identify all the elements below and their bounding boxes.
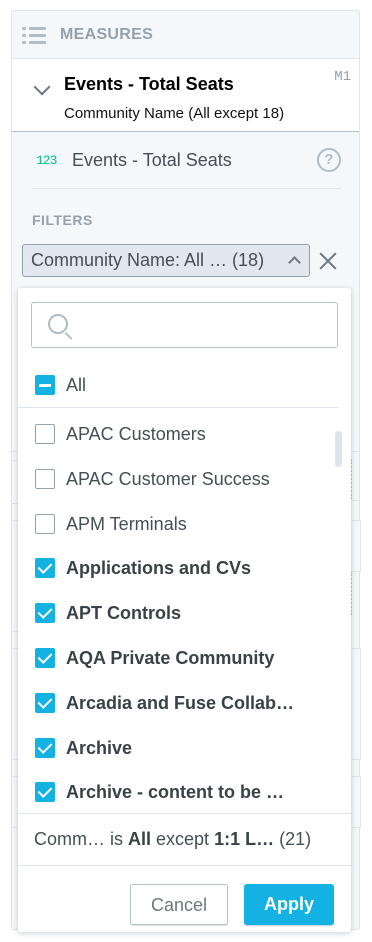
background-stub <box>350 776 361 828</box>
item-checkbox[interactable] <box>35 603 55 624</box>
measure-tag: M1 <box>334 69 351 85</box>
list-item[interactable]: APAC Customers <box>18 412 338 457</box>
metric-row[interactable]: 123 Events - Total Seats ? <box>32 148 341 189</box>
item-label: APAC Customers <box>66 424 206 444</box>
background-stub <box>350 520 361 572</box>
question-circle-icon[interactable]: ? <box>317 148 341 172</box>
select-all-checkbox[interactable] <box>35 375 55 395</box>
list-item[interactable]: Archive <box>18 726 338 771</box>
list-item[interactable]: APAC Customer Success <box>18 457 338 502</box>
chevron-up-icon <box>288 256 301 269</box>
panel-title: MEASURES <box>60 25 154 43</box>
item-label: Archive <box>66 737 133 758</box>
item-checkbox[interactable] <box>35 424 55 444</box>
item-label: APAC Customer Success <box>66 468 270 489</box>
cancel-button[interactable]: Cancel <box>130 884 228 925</box>
list-item[interactable]: Archive - content to be … <box>18 770 338 815</box>
measure-subtitle: Community Name (All except 18) <box>64 105 285 122</box>
summary-all: All <box>128 829 152 849</box>
apply-button[interactable]: Apply <box>244 884 334 925</box>
scrollbar[interactable] <box>335 431 342 467</box>
item-checkbox[interactable] <box>35 737 55 758</box>
measure-header[interactable]: Events - Total Seats Community Name (All… <box>12 58 359 132</box>
item-checkbox[interactable] <box>35 782 55 803</box>
summary-except: except <box>151 829 215 849</box>
item-checkbox[interactable] <box>35 648 55 668</box>
summary-prefix: Comm… is <box>34 829 128 849</box>
filter-pill-label: Community Name: All … (18) <box>31 250 265 270</box>
item-label: Applications and CVs <box>66 558 252 579</box>
item-checkbox[interactable] <box>35 558 55 579</box>
item-label: APT Controls <box>66 603 181 624</box>
item-label: APM Terminals <box>66 513 187 534</box>
select-all-label: All <box>66 375 87 395</box>
filter-pill[interactable]: Community Name: All … (18) <box>22 244 310 277</box>
list-item[interactable]: Applications and CVs <box>18 546 338 591</box>
list-item[interactable]: AQA Private Community <box>18 636 338 681</box>
list-item[interactable]: APT Controls <box>18 591 338 636</box>
item-label: Archive - content to be … <box>66 782 285 803</box>
select-all-row[interactable]: All <box>18 363 338 408</box>
panel-header: MEASURES <box>12 11 359 58</box>
search-input[interactable] <box>31 302 338 348</box>
metric-label: Events - Total Seats <box>72 150 232 170</box>
item-checkbox[interactable] <box>35 468 55 489</box>
measure-title: Events - Total Seats <box>64 74 234 94</box>
search-icon <box>48 314 68 334</box>
item-label: AQA Private Community <box>66 648 275 668</box>
item-label: Arcadia and Fuse Collab… <box>66 692 295 713</box>
close-icon[interactable] <box>316 249 340 273</box>
item-checkbox[interactable] <box>35 692 55 713</box>
summary-count: (21) <box>274 829 312 849</box>
filters-label: FILTERS <box>32 212 93 228</box>
filter-dropdown: All APAC Customers APAC Customer Success A… <box>18 288 351 932</box>
summary-value: 1:1 L… <box>214 829 275 849</box>
list-item[interactable]: Arcadia and Fuse Collab… <box>18 681 338 726</box>
list-item[interactable]: APM Terminals <box>18 502 338 547</box>
chevron-down-icon[interactable] <box>33 78 51 96</box>
item-checkbox[interactable] <box>35 513 55 534</box>
numeric-metric-icon: 123 <box>36 153 57 168</box>
background-stub <box>350 648 361 760</box>
list-icon <box>22 26 46 44</box>
selection-summary: Comm… is All except 1:1 L… (21) <box>18 813 351 866</box>
